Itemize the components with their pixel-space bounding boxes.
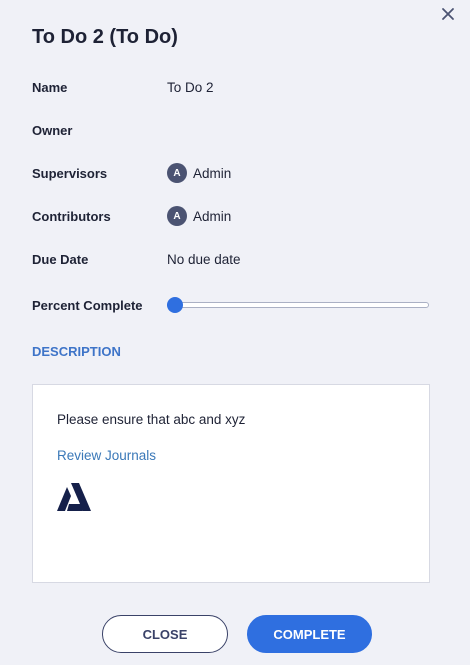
close-button[interactable]: CLOSE: [102, 615, 228, 653]
slider-thumb[interactable]: [167, 297, 183, 313]
supervisors-label: Supervisors: [32, 165, 108, 181]
supervisors-row: Supervisors A Admin: [32, 161, 438, 185]
supervisors-value: A Admin: [167, 163, 231, 183]
name-value: To Do 2: [167, 79, 214, 95]
description-box: Please ensure that abc and xyz Review Jo…: [32, 384, 430, 583]
dialog-title: To Do 2 (To Do): [32, 26, 178, 48]
close-icon[interactable]: [438, 4, 458, 24]
name-row: Name To Do 2: [32, 75, 438, 99]
complete-button[interactable]: COMPLETE: [247, 615, 372, 653]
name-label: Name: [32, 79, 68, 95]
avatar: A: [167, 163, 187, 183]
percent-complete-slider[interactable]: [167, 295, 429, 315]
review-journals-link[interactable]: Review Journals: [57, 448, 156, 463]
description-heading: DESCRIPTION: [32, 344, 121, 359]
avatar: A: [167, 206, 187, 226]
due-date-value: No due date: [167, 251, 241, 267]
contributors-row: Contributors A Admin: [32, 204, 438, 228]
owner-label: Owner: [32, 122, 73, 138]
supervisor-name: Admin: [193, 165, 232, 181]
contributors-value: A Admin: [167, 206, 231, 226]
logo-a-icon: [57, 482, 91, 512]
contributor-name: Admin: [193, 208, 232, 224]
percent-complete-label: Percent Complete: [32, 297, 143, 313]
contributors-label: Contributors: [32, 208, 111, 224]
description-text: Please ensure that abc and xyz: [57, 412, 246, 427]
slider-track: [167, 302, 429, 308]
due-date-label: Due Date: [32, 251, 89, 267]
owner-row: Owner: [32, 118, 438, 142]
percent-complete-row: Percent Complete: [32, 293, 438, 317]
due-date-row: Due Date No due date: [32, 247, 438, 271]
